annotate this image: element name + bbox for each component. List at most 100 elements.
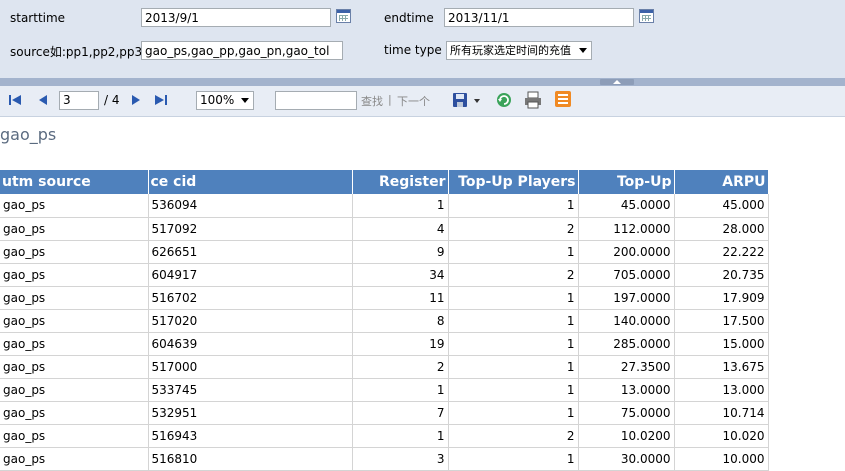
table-cell: 17.500 bbox=[674, 309, 769, 333]
table-cell: gao_ps bbox=[0, 309, 149, 333]
column-header: ce cid bbox=[148, 170, 353, 194]
report-table: utm source ce cid Register Top-Up Player… bbox=[0, 170, 769, 471]
table-cell: 517092 bbox=[148, 217, 353, 241]
table-row: gao_ps 626651 9 1 200.0000 22.222 bbox=[0, 240, 769, 264]
table-body: gao_ps 536094 1 1 45.0000 45.000 gao_ps 517092 4… bbox=[0, 194, 769, 471]
table-row: gao_ps 516943 1 2 10.0200 10.020 bbox=[0, 424, 769, 448]
table-cell: 516810 bbox=[148, 447, 353, 471]
table-cell: 13.0000 bbox=[578, 378, 675, 402]
page-total: / 4 bbox=[104, 93, 120, 107]
table-cell: 15.000 bbox=[674, 332, 769, 356]
table-cell: 2 bbox=[352, 355, 449, 379]
table-cell: gao_ps bbox=[0, 194, 149, 218]
table-cell: gao_ps bbox=[0, 424, 149, 448]
find-link[interactable]: 查找 bbox=[361, 93, 383, 109]
find-next-link[interactable]: 下一个 bbox=[397, 93, 430, 109]
table-row: gao_ps 517000 2 1 27.3500 13.675 bbox=[0, 355, 769, 379]
refresh-icon[interactable] bbox=[495, 91, 513, 109]
table-cell: 9 bbox=[352, 240, 449, 264]
table-header-row: utm source ce cid Register Top-Up Player… bbox=[0, 170, 769, 194]
table-cell: 11 bbox=[352, 286, 449, 310]
source-label: source如:pp1,pp2,pp3 bbox=[10, 45, 143, 59]
table-cell: 7 bbox=[352, 401, 449, 425]
table-cell: 75.0000 bbox=[578, 401, 675, 425]
report-toolbar: 3 / 4 100% 查找 | 下一个 bbox=[0, 86, 845, 117]
table-cell: 1 bbox=[448, 401, 579, 425]
table-cell: 140.0000 bbox=[578, 309, 675, 333]
table-cell: 27.3500 bbox=[578, 355, 675, 379]
report-title: gao_ps bbox=[0, 125, 57, 144]
table-cell: 200.0000 bbox=[578, 240, 675, 264]
starttime-input[interactable]: 2013/9/1 bbox=[141, 8, 331, 27]
print-icon[interactable] bbox=[524, 91, 542, 109]
table-row: gao_ps 533745 1 1 13.0000 13.000 bbox=[0, 378, 769, 402]
table-cell: gao_ps bbox=[0, 332, 149, 356]
page-number-input[interactable]: 3 bbox=[59, 91, 99, 110]
table-cell: 30.0000 bbox=[578, 447, 675, 471]
table-cell: gao_ps bbox=[0, 401, 149, 425]
table-cell: 13.675 bbox=[674, 355, 769, 379]
table-cell: 17.909 bbox=[674, 286, 769, 310]
table-cell: 13.000 bbox=[674, 378, 769, 402]
table-cell: 1 bbox=[448, 332, 579, 356]
table-cell: 197.0000 bbox=[578, 286, 675, 310]
first-page-icon[interactable] bbox=[9, 94, 22, 106]
table-cell: 604639 bbox=[148, 332, 353, 356]
table-cell: 604917 bbox=[148, 263, 353, 287]
calendar-icon[interactable] bbox=[336, 9, 351, 23]
table-cell: 3 bbox=[352, 447, 449, 471]
table-cell: 22.222 bbox=[674, 240, 769, 264]
column-header: Top-Up Players bbox=[448, 170, 579, 194]
table-cell: 1 bbox=[448, 194, 579, 218]
calendar-icon[interactable] bbox=[639, 9, 654, 23]
starttime-label: starttime bbox=[10, 11, 66, 25]
table-cell: 1 bbox=[448, 447, 579, 471]
zoom-select[interactable]: 100% bbox=[196, 91, 254, 110]
table-cell: 1 bbox=[448, 240, 579, 264]
table-cell: 10.020 bbox=[674, 424, 769, 448]
next-page-icon[interactable] bbox=[131, 94, 141, 106]
table-cell: gao_ps bbox=[0, 240, 149, 264]
source-input[interactable]: gao_ps,gao_pp,gao_pn,gao_tol bbox=[141, 41, 343, 60]
table-row: gao_ps 516702 11 1 197.0000 17.909 bbox=[0, 286, 769, 310]
column-header: ARPU bbox=[674, 170, 769, 194]
table-row: gao_ps 604917 34 2 705.0000 20.735 bbox=[0, 263, 769, 287]
table-cell: 517000 bbox=[148, 355, 353, 379]
table-cell: gao_ps bbox=[0, 378, 149, 402]
table-cell: 2 bbox=[448, 263, 579, 287]
table-cell: 285.0000 bbox=[578, 332, 675, 356]
zoom-value: 100% bbox=[200, 93, 235, 107]
table-row: gao_ps 517020 8 1 140.0000 17.500 bbox=[0, 309, 769, 333]
atom-feed-icon[interactable] bbox=[555, 91, 571, 107]
table-row: gao_ps 604639 19 1 285.0000 15.000 bbox=[0, 332, 769, 356]
table-cell: 1 bbox=[448, 378, 579, 402]
table-cell: 2 bbox=[448, 217, 579, 241]
table-cell: 516943 bbox=[148, 424, 353, 448]
table-cell: 2 bbox=[448, 424, 579, 448]
table-row: gao_ps 532951 7 1 75.0000 10.714 bbox=[0, 401, 769, 425]
collapse-handle-icon[interactable] bbox=[600, 79, 634, 85]
panel-splitter[interactable] bbox=[0, 78, 845, 86]
chevron-down-icon bbox=[579, 48, 587, 53]
table-cell: 10.000 bbox=[674, 447, 769, 471]
table-cell: 517020 bbox=[148, 309, 353, 333]
chevron-down-icon bbox=[241, 98, 249, 103]
table-cell: 1 bbox=[448, 309, 579, 333]
last-page-icon[interactable] bbox=[155, 94, 168, 106]
find-input[interactable] bbox=[275, 91, 357, 110]
endtime-input[interactable]: 2013/11/1 bbox=[444, 8, 634, 27]
previous-page-icon[interactable] bbox=[38, 94, 48, 106]
timetype-selected-value: 所有玩家选定时间的充值 bbox=[450, 44, 571, 57]
endtime-label: endtime bbox=[384, 11, 434, 25]
timetype-label: time type bbox=[384, 43, 442, 57]
column-header: Register bbox=[352, 170, 449, 194]
table-cell: gao_ps bbox=[0, 217, 149, 241]
table-cell: 10.0200 bbox=[578, 424, 675, 448]
export-save-icon[interactable] bbox=[452, 91, 482, 109]
table-cell: 516702 bbox=[148, 286, 353, 310]
timetype-select[interactable]: 所有玩家选定时间的充值 bbox=[446, 41, 592, 60]
table-cell: 533745 bbox=[148, 378, 353, 402]
table-cell: 705.0000 bbox=[578, 263, 675, 287]
table-cell: 45.0000 bbox=[578, 194, 675, 218]
table-cell: 1 bbox=[448, 286, 579, 310]
